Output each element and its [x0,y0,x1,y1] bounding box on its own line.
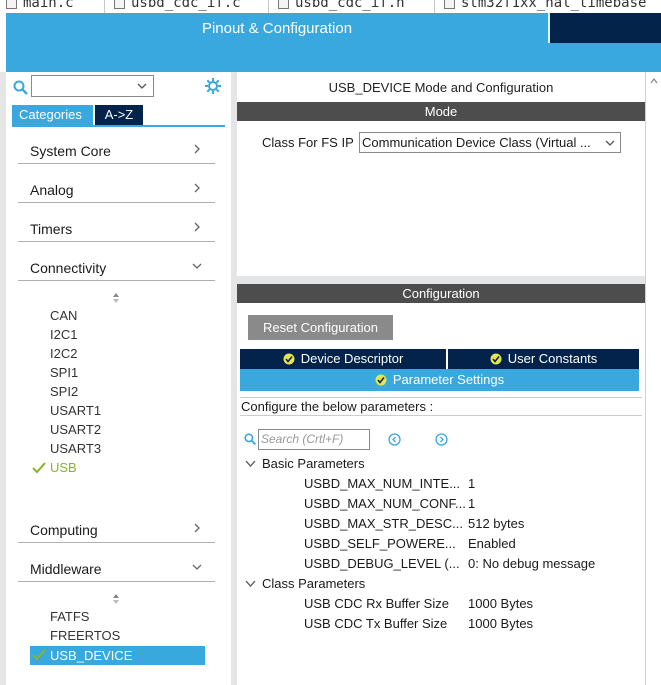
check-circle-icon [283,353,295,365]
configuration-section: Configuration Reset Configuration Device… [237,284,645,685]
param-name[interactable]: USBD_MAX_STR_DESC... [304,516,463,531]
category-system-core[interactable]: System Core [18,136,215,164]
connectivity-item-can[interactable]: CAN [50,308,77,323]
tab-separator [434,0,435,13]
gear-icon[interactable] [204,77,222,95]
param-value[interactable]: 1000 Bytes [468,616,533,631]
editor-tab-timebase[interactable]: stm32f1xx_hal_timebase [444,0,646,12]
connectivity-item-usart2[interactable]: USART2 [50,422,101,437]
configure-instructions: Configure the below parameters : [240,397,642,416]
tab-a-to-z[interactable]: A->Z [95,105,143,125]
middleware-item-freertos[interactable]: FREERTOS [50,628,120,643]
tab-parameter-settings[interactable]: Parameter Settings [240,369,639,391]
middleware-item-usb-device-label: USB_DEVICE [50,648,133,663]
param-value[interactable]: 1 [468,476,475,491]
file-icon [114,0,125,9]
tab-device-descriptor[interactable]: Device Descriptor [240,349,446,369]
file-icon [444,0,455,9]
search-icon[interactable] [244,433,257,446]
mode-section: USB_DEVICE Mode and Configuration Mode C… [237,72,645,276]
chevron-down-icon [137,83,147,89]
right-panel: USB_DEVICE Mode and Configuration Mode C… [231,72,661,685]
param-value[interactable]: 512 bytes [468,516,524,531]
connectivity-item-spi1[interactable]: SPI1 [50,365,78,380]
left-panel: Categories A->Z System Core Analog Timer… [0,72,231,685]
param-name[interactable]: USBD_SELF_POWERE... [304,536,456,551]
connectivity-item-spi2[interactable]: SPI2 [50,384,78,399]
next-result-icon[interactable] [435,433,448,446]
middleware-item-fatfs[interactable]: FATFS [50,609,89,624]
chevron-right-icon [194,523,200,533]
category-analog[interactable]: Analog [18,175,215,203]
category-timers[interactable]: Timers [18,214,215,242]
param-value[interactable]: Enabled [468,536,516,551]
configuration-bar: Configuration [237,284,645,303]
chevron-right-icon [194,222,200,232]
chevron-right-icon [194,144,200,154]
check-icon [32,649,46,661]
group-class-parameters[interactable]: Class Parameters [245,576,365,591]
parameter-search-input[interactable]: Search (Crtl+F) [258,429,370,450]
check-icon [32,462,46,474]
chevron-down-icon [605,140,615,146]
tab-user-constants[interactable]: User Constants [448,349,639,369]
param-name[interactable]: USB CDC Rx Buffer Size [304,596,449,611]
param-value[interactable]: 1 [468,496,475,511]
mode-config-title: USB_DEVICE Mode and Configuration [328,80,554,95]
tab-categories[interactable]: Categories [12,105,93,125]
chevron-down-icon [192,263,202,269]
param-name[interactable]: USBD_MAX_NUM_INTE... [304,476,460,491]
header-next-tab[interactable] [550,13,661,43]
connectivity-item-usart3[interactable]: USART3 [50,441,101,456]
category-middleware[interactable]: Middleware [18,554,215,582]
search-icon[interactable] [13,80,29,96]
editor-tab-usbd-cdc-if-c[interactable]: usbd_cdc_if.c [114,0,241,12]
config-header: Pinout & Configuration [6,13,661,72]
parameter-search: Search (Crtl+F) [244,429,370,450]
param-value[interactable]: 0: No debug message [468,556,595,571]
group-basic-parameters[interactable]: Basic Parameters [245,456,365,471]
scroll-up-icon [650,78,658,84]
check-circle-icon [375,374,387,386]
param-name[interactable]: USBD_DEBUG_LEVEL (... [304,556,460,571]
chevron-down-icon [245,460,256,467]
category-tabs: Categories A->Z [12,105,143,125]
param-name[interactable]: USB CDC Tx Buffer Size [304,616,447,631]
connectivity-item-usb[interactable]: USB [50,460,77,475]
tab-separator [104,0,105,13]
middleware-item-usb-device[interactable]: USB_DEVICE [30,646,205,665]
connectivity-item-usart1[interactable]: USART1 [50,403,101,418]
mode-bar: Mode [237,102,645,121]
previous-result-icon[interactable] [388,433,401,446]
connectivity-item-i2c2[interactable]: I2C2 [50,346,77,361]
reset-configuration-button[interactable]: Reset Configuration [248,315,393,340]
class-for-fs-ip-label: Class For FS IP [262,135,354,150]
header-title[interactable]: Pinout & Configuration [6,20,548,37]
category-connectivity[interactable]: Connectivity [18,253,215,281]
sort-icon[interactable] [111,593,121,605]
editor-tab-usbd-cdc-if-h[interactable]: usbd_cdc_if.h [278,0,405,12]
tab-separator [268,0,269,13]
chevron-right-icon [194,183,200,193]
category-search-combo[interactable] [31,75,154,97]
connectivity-item-i2c1[interactable]: I2C1 [50,327,77,342]
sort-icon[interactable] [111,292,121,304]
vertical-scrollbar[interactable] [645,72,661,685]
check-circle-icon [490,353,502,365]
editor-tab-strip: main.c usbd_cdc_if.c usbd_cdc_if.h stm32… [0,0,661,13]
param-value[interactable]: 1000 Bytes [468,596,533,611]
editor-tab-main-c[interactable]: main.c [6,0,74,12]
chevron-down-icon [192,564,202,570]
category-computing[interactable]: Computing [18,515,215,543]
tab-underline [12,125,225,127]
param-name[interactable]: USBD_MAX_NUM_CONF... [304,496,466,511]
chevron-down-icon [245,580,256,587]
file-icon [6,0,17,9]
class-for-fs-ip-select[interactable]: Communication Device Class (Virtual ... [359,132,621,153]
file-icon [278,0,289,9]
